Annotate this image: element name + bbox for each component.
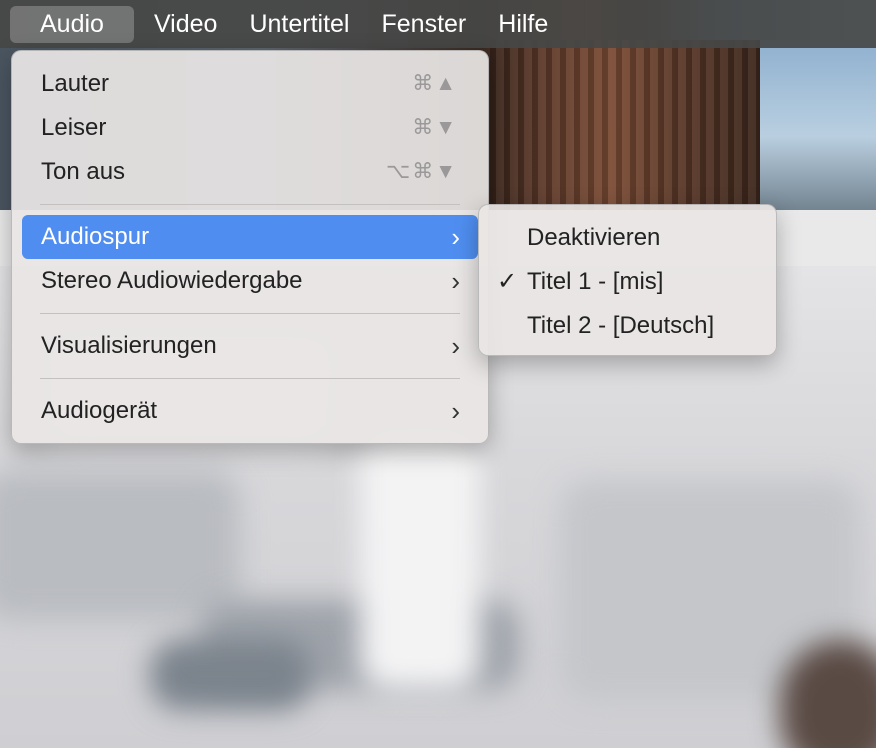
shortcut-label: ⌘▼ (412, 116, 458, 139)
checkmark-icon: ✓ (497, 268, 518, 295)
menu-item-label: Stereo Audiowiedergabe (41, 267, 303, 294)
menu-item-label: Lauter (41, 70, 110, 97)
blur-shape (360, 430, 480, 690)
chevron-right-icon: › (451, 331, 460, 361)
menu-item-leiser[interactable]: Leiser ⌘▼ (22, 106, 478, 150)
menu-item-visualisierungen[interactable]: Visualisierungen › (22, 324, 478, 368)
chevron-right-icon: › (451, 222, 460, 252)
chevron-right-icon: › (451, 266, 460, 296)
menu-item-lauter[interactable]: Lauter ⌘▲ (22, 62, 478, 106)
menubar-hilfe[interactable]: Hilfe (478, 6, 568, 43)
submenu-item-label: Deaktivieren (527, 224, 661, 251)
menu-item-label: Audiogerät (41, 397, 158, 424)
shortcut-label: ⌘▲ (412, 72, 458, 95)
chevron-right-icon: › (451, 396, 460, 426)
menu-item-audiospur[interactable]: Audiospur › (22, 215, 478, 259)
blur-shape (150, 640, 310, 710)
menubar-audio[interactable]: Audio (10, 5, 134, 43)
menubar-untertitel[interactable]: Untertitel (229, 6, 369, 43)
sky-image (760, 40, 876, 215)
tree-bark-texture (490, 40, 760, 215)
menubar-fenster[interactable]: Fenster (362, 6, 487, 43)
menu-item-stereo-audiowiedergabe[interactable]: Stereo Audiowiedergabe › (22, 259, 478, 303)
menu-separator (40, 378, 460, 379)
menu-item-audiogeraet[interactable]: Audiogerät › (22, 389, 478, 433)
audio-menu: Lauter ⌘▲ Leiser ⌘▼ Ton aus ⌥⌘▼ Audiospu… (11, 50, 489, 444)
submenu-item-label: Titel 1 - [mis] (527, 268, 664, 295)
submenu-item-label: Titel 2 - [Deutsch] (527, 312, 715, 339)
submenu-item-titel-1[interactable]: ✓ Titel 1 - [mis] (485, 260, 770, 304)
menu-separator (40, 313, 460, 314)
menu-item-label: Leiser (41, 114, 107, 141)
menu-item-label: Visualisierungen (41, 332, 217, 359)
submenu-item-deaktivieren[interactable]: Deaktivieren (485, 216, 770, 260)
audiospur-submenu: Deaktivieren ✓ Titel 1 - [mis] Titel 2 -… (478, 204, 777, 356)
shortcut-label: ⌥⌘▼ (386, 160, 458, 183)
menu-separator (40, 204, 460, 205)
menu-bar: Audio Video Untertitel Fenster Hilfe (0, 0, 876, 48)
menubar-video[interactable]: Video (134, 6, 238, 43)
submenu-item-titel-2[interactable]: Titel 2 - [Deutsch] (485, 304, 770, 348)
menu-item-label: Audiospur (41, 223, 150, 250)
menu-item-ton-aus[interactable]: Ton aus ⌥⌘▼ (22, 150, 478, 194)
menu-item-label: Ton aus (41, 158, 126, 185)
blur-shape (0, 470, 240, 620)
